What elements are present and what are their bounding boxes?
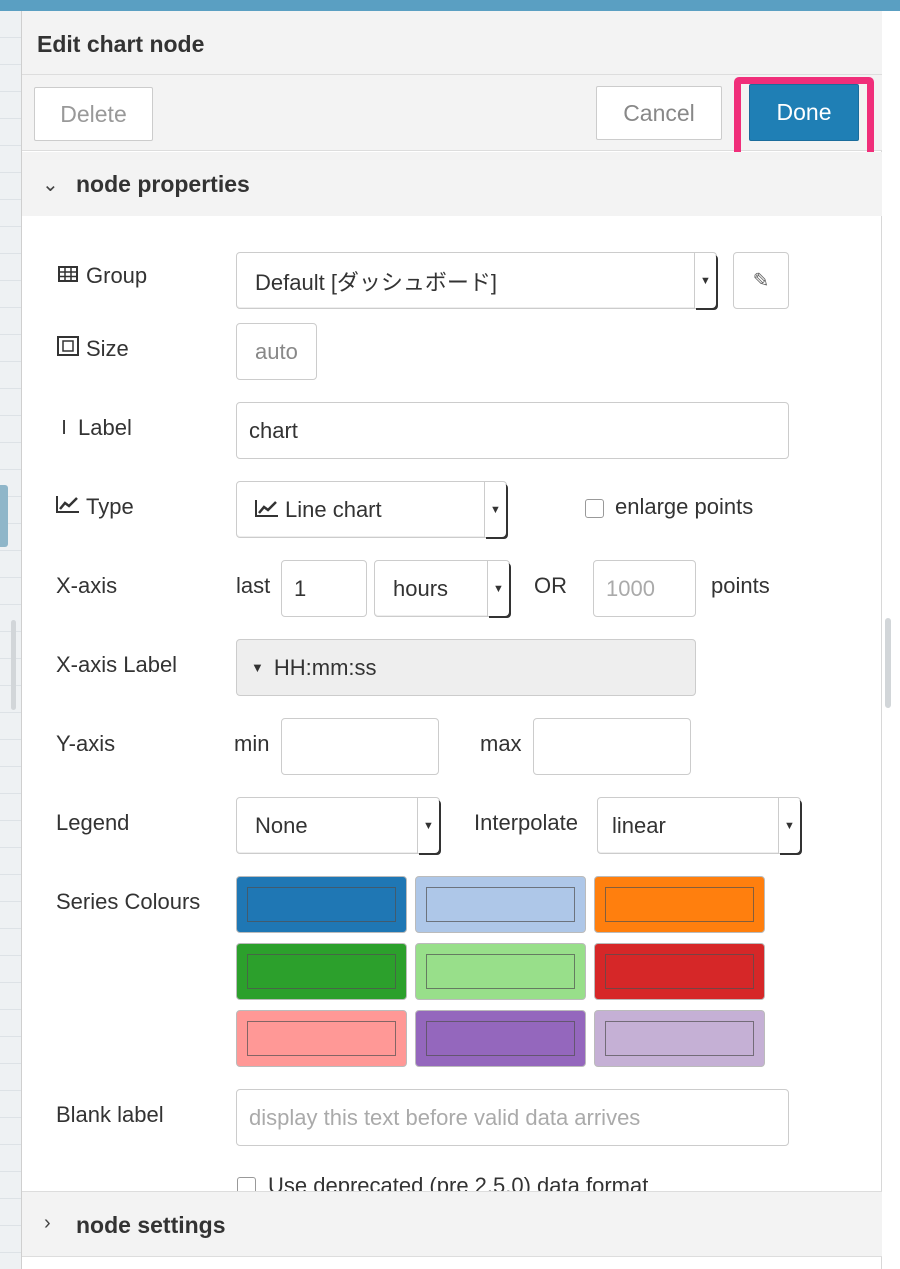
swatch-inner-frame xyxy=(426,954,575,989)
yaxis-max-label: max xyxy=(480,731,522,756)
series-colour-swatch[interactable] xyxy=(236,1010,407,1067)
edit-tray: Edit chart node Delete Cancel Done ⌄ nod… xyxy=(21,11,882,1269)
yaxis-row-label: Y-axis xyxy=(56,731,115,757)
delete-button[interactable]: Delete xyxy=(34,87,153,141)
xaxis-label: X-axis xyxy=(56,573,118,598)
xaxis-row-label: X-axis xyxy=(56,573,117,599)
label-row-label: I Label xyxy=(56,415,132,441)
swatch-inner-frame xyxy=(605,1021,754,1056)
edit-group-button[interactable]: ✎ xyxy=(733,252,789,309)
series-colour-swatch[interactable] xyxy=(594,1010,765,1067)
node-properties-header[interactable]: ⌄ node properties xyxy=(22,152,882,216)
deprecated-format-row: Use deprecated (pre 2.5.0) data format xyxy=(22,1173,882,1191)
yaxis-min-input[interactable] xyxy=(281,718,439,775)
yaxis-label: Y-axis xyxy=(56,731,116,756)
xaxis-label-row-label: X-axis Label xyxy=(56,652,177,678)
legend-select[interactable]: None ▼ xyxy=(236,797,440,854)
sidebar-resize-handle[interactable] xyxy=(885,618,891,708)
enlarge-points-checkbox[interactable] xyxy=(585,499,604,518)
type-row-label: Type xyxy=(56,494,134,520)
swatch-inner-frame xyxy=(247,887,396,922)
enlarge-points-label: enlarge points xyxy=(615,494,754,519)
caret-down-icon: ▼ xyxy=(694,253,716,308)
tray-title: Edit chart node xyxy=(37,31,205,57)
series-colour-swatch[interactable] xyxy=(415,943,586,1000)
line-chart-icon xyxy=(56,495,80,519)
swatch-inner-frame xyxy=(605,954,754,989)
xaxis-points-label: points xyxy=(711,573,770,598)
yaxis-min-label: min xyxy=(234,731,270,756)
group-select-value: Default [ダッシュボード] xyxy=(255,269,498,295)
caret-down-icon: ▼ xyxy=(417,798,439,853)
xaxis-label-label: X-axis Label xyxy=(56,652,178,677)
xaxis-format-field[interactable]: ▼ HH:mm:ss xyxy=(236,639,696,696)
caret-down-icon: ▼ xyxy=(778,798,800,853)
series-colour-swatch[interactable] xyxy=(236,943,407,1000)
interpolate-label: Interpolate xyxy=(474,810,578,835)
xaxis-points-input[interactable]: 1000 xyxy=(593,560,696,617)
series-colour-swatch[interactable] xyxy=(594,943,765,1000)
caret-down-icon: ▼ xyxy=(487,561,509,616)
size-button[interactable]: auto xyxy=(236,323,317,380)
group-label: Group xyxy=(86,263,148,288)
resize-icon xyxy=(56,336,80,362)
label-input[interactable]: chart xyxy=(236,402,789,459)
label-label: Label xyxy=(78,415,132,440)
done-button[interactable]: Done xyxy=(749,84,859,141)
node-properties-label: node properties xyxy=(76,171,250,197)
workspace-scroll-handle[interactable] xyxy=(11,620,16,710)
yaxis-max-input[interactable] xyxy=(533,718,691,775)
top-bar xyxy=(0,0,900,11)
text-cursor-icon: I xyxy=(61,416,67,439)
interpolate-select-value: linear xyxy=(612,812,666,838)
type-select[interactable]: Line chart ▼ xyxy=(236,481,507,538)
blank-label-row-label: Blank label xyxy=(56,1102,164,1128)
xaxis-or-label: OR xyxy=(534,573,567,598)
series-colour-swatch[interactable] xyxy=(415,876,586,933)
xaxis-unit-select[interactable]: hours ▼ xyxy=(374,560,510,617)
chevron-right-icon: › xyxy=(44,1212,51,1234)
series-colour-swatch[interactable] xyxy=(594,876,765,933)
swatch-inner-frame xyxy=(247,954,396,989)
xaxis-last-label: last xyxy=(236,573,271,598)
size-label: Size xyxy=(86,336,129,361)
series-colour-swatch[interactable] xyxy=(236,876,407,933)
group-row-label: Group xyxy=(56,263,147,289)
series-colours-row-label: Series Colours xyxy=(56,889,200,915)
pencil-icon: ✎ xyxy=(752,270,770,292)
swatch-inner-frame xyxy=(247,1021,396,1056)
blank-label-label: Blank label xyxy=(56,1102,164,1127)
swatch-inner-frame xyxy=(426,887,575,922)
type-select-value: Line chart xyxy=(285,496,382,522)
cancel-button[interactable]: Cancel xyxy=(596,86,722,140)
chevron-down-icon: ⌄ xyxy=(42,174,59,196)
deprecated-format-checkbox[interactable] xyxy=(237,1177,256,1191)
legend-row-label: Legend xyxy=(56,810,129,836)
node-settings-header[interactable]: › node settings xyxy=(22,1191,882,1257)
size-row-label: Size xyxy=(56,336,129,362)
series-colour-swatch[interactable] xyxy=(415,1010,586,1067)
series-colours-label: Series Colours xyxy=(56,889,201,914)
flow-node-fragment[interactable] xyxy=(0,485,8,547)
table-icon xyxy=(56,265,80,288)
legend-select-value: None xyxy=(255,812,308,838)
swatch-inner-frame xyxy=(605,887,754,922)
xaxis-format-value: HH:mm:ss xyxy=(273,654,377,680)
group-select[interactable]: Default [ダッシュボード] ▼ xyxy=(236,252,717,309)
tray-toolbar: Delete Cancel Done xyxy=(22,75,882,168)
type-label: Type xyxy=(86,494,134,519)
xaxis-last-input[interactable]: 1 xyxy=(281,560,367,617)
tray-header: Edit chart node xyxy=(22,11,882,75)
caret-down-icon: ▼ xyxy=(484,482,506,537)
blank-label-input[interactable]: display this text before valid data arri… xyxy=(236,1089,789,1146)
interpolate-select[interactable]: linear ▼ xyxy=(597,797,801,854)
legend-label: Legend xyxy=(56,810,130,835)
deprecated-format-label: Use deprecated (pre 2.5.0) data format xyxy=(268,1173,649,1191)
line-chart-icon xyxy=(255,497,279,523)
swatch-inner-frame xyxy=(426,1021,575,1056)
xaxis-unit-value: hours xyxy=(393,575,449,601)
node-settings-label: node settings xyxy=(76,1212,226,1238)
caret-down-icon: ▼ xyxy=(251,660,264,675)
